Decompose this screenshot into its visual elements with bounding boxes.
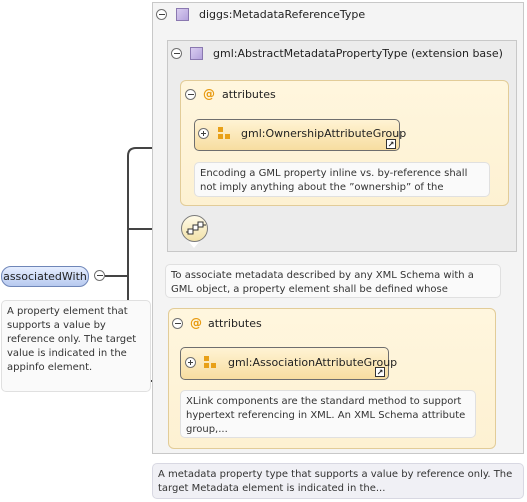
link-arrow-icon[interactable]: ↗: [386, 139, 396, 149]
complex-type-icon: [176, 8, 189, 21]
collapse-icon[interactable]: [171, 48, 182, 59]
attribute-group-name: gml:OwnershipAttributeGroup: [241, 127, 407, 140]
attribute-group-doc: Encoding a GML property inline vs. by-re…: [194, 162, 490, 197]
attribute-group-doc: XLink components are the standard method…: [180, 390, 476, 438]
collapse-icon[interactable]: [156, 9, 167, 20]
extension-doc: To associate metadata described by any X…: [165, 264, 501, 298]
attributes-label: attributes: [208, 317, 262, 330]
attributes-label: attributes: [222, 88, 276, 101]
attribute-icon: @: [190, 316, 202, 330]
complex-type-doc: A metadata property type that supports a…: [152, 463, 524, 499]
collapse-icon[interactable]: [185, 89, 196, 100]
expand-icon[interactable]: [185, 357, 196, 368]
attribute-icon: @: [203, 87, 215, 101]
collapse-icon[interactable]: [94, 270, 105, 281]
attribute-group-icon: [218, 127, 231, 140]
element-doc: A property element that supports a value…: [1, 300, 151, 392]
attribute-group-name: gml:AssociationAttributeGroup: [228, 356, 398, 369]
complex-type-icon: [190, 47, 203, 60]
element-name: associatedWith: [3, 270, 87, 283]
attribute-group-icon: [204, 356, 217, 369]
sequence-icon[interactable]: [181, 215, 208, 242]
expand-icon[interactable]: [198, 128, 209, 139]
collapse-icon[interactable]: [172, 318, 183, 329]
element-box[interactable]: associatedWith: [1, 266, 89, 287]
sequence-pointer: [189, 242, 199, 248]
link-arrow-icon[interactable]: ↗: [375, 367, 385, 377]
complex-type-name: diggs:MetadataReferenceType: [199, 8, 366, 21]
extension-name: gml:AbstractMetadataPropertyType (extens…: [213, 47, 503, 60]
